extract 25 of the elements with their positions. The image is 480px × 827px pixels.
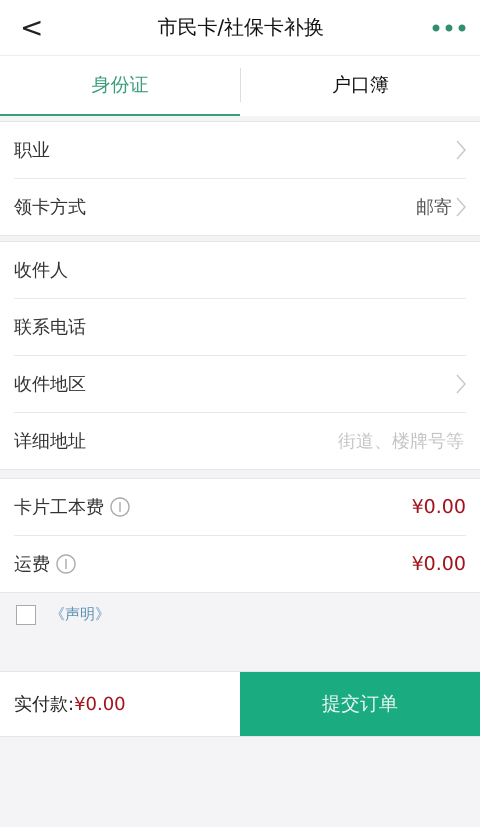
row-label: 详细地址 xyxy=(14,430,86,453)
row-value: 邮寄 xyxy=(416,196,452,219)
row-label: 收件人 xyxy=(14,259,68,282)
submit-button[interactable]: 提交订单 xyxy=(240,672,480,736)
fee-amount: ¥0.00 xyxy=(412,553,466,575)
row-label: 职业 xyxy=(14,139,50,162)
total-amount: ¥0.00 xyxy=(74,694,126,714)
row-label: 领卡方式 xyxy=(14,196,86,219)
fee-label: 卡片工本费 xyxy=(14,496,104,519)
row-label: 联系电话 xyxy=(14,316,86,339)
chevron-icon[interactable] xyxy=(456,197,466,217)
more-icon[interactable] xyxy=(432,24,466,32)
checkbox[interactable] xyxy=(16,605,36,625)
fee-label: 运费 xyxy=(14,553,50,576)
chevron-icon[interactable] xyxy=(456,374,466,394)
chevron-icon[interactable] xyxy=(456,140,466,160)
input-field[interactable]: 街道、楼牌号等 xyxy=(242,430,466,452)
row-label: 收件地区 xyxy=(14,373,86,396)
info-icon[interactable] xyxy=(110,497,130,517)
page-title: 市民卡/社保卡补换 xyxy=(157,14,324,41)
info-icon[interactable] xyxy=(56,554,76,574)
back-button[interactable]: < xyxy=(14,11,50,44)
fee-amount: ¥0.00 xyxy=(412,496,466,518)
total-label: 实付款: xyxy=(14,693,74,716)
statement-link[interactable]: 《声明》 xyxy=(50,605,110,624)
